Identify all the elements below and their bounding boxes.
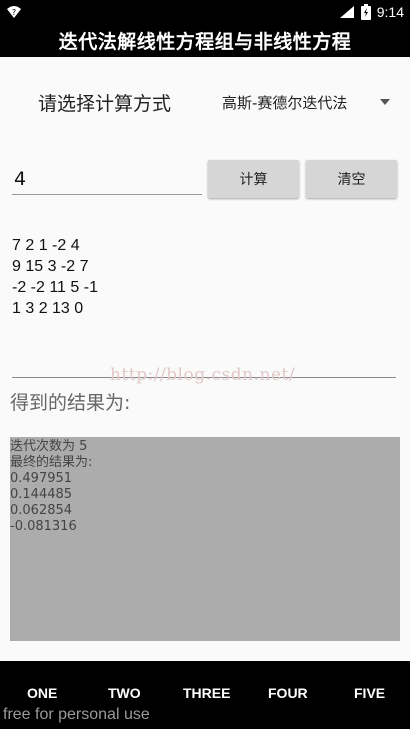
footer-note: free for personal use	[3, 706, 150, 723]
clear-button[interactable]: 清空	[306, 160, 397, 198]
tab-two[interactable]: TWO	[108, 685, 141, 701]
result-output: 迭代次数为 5 最终的结果为: 0.497951 0.144485 0.0628…	[10, 437, 400, 641]
wifi-question-icon: ?	[7, 6, 21, 18]
status-right: 9:14	[339, 0, 404, 24]
tab-five[interactable]: FIVE	[354, 685, 385, 701]
matrix-input[interactable]: 7 2 1 -2 4 9 15 3 -2 7 -2 -2 11 5 -1 1 3…	[12, 235, 396, 378]
matrix-row: 7 2 1 -2 4	[12, 237, 80, 254]
svg-text:?: ?	[12, 8, 16, 17]
mode-label: 请选择计算方式	[38, 93, 172, 115]
result-label: 得到的结果为:	[10, 392, 131, 414]
battery-icon	[360, 4, 371, 20]
matrix-row: -2 -2 11 5 -1	[12, 279, 98, 296]
signal-icon	[339, 6, 354, 18]
method-spinner[interactable]: 高斯-赛德尔迭代法	[212, 87, 402, 117]
matrix-row: 9 15 3 -2 7	[12, 258, 89, 275]
tab-four[interactable]: FOUR	[268, 685, 308, 701]
size-input[interactable]	[12, 163, 202, 195]
result-line: 0.497951	[10, 471, 73, 486]
app-bar: 迭代法解线性方程组与非线性方程	[0, 24, 410, 57]
matrix-row: 1 3 2 13 0	[12, 300, 84, 317]
bottom-tab-bar: ONE TWO THREE FOUR FIVE free for persona…	[0, 661, 410, 729]
watermark: http://blog.csdn.net/	[110, 365, 296, 385]
calculate-button[interactable]: 计算	[208, 160, 299, 198]
result-line: 最终的结果为:	[10, 455, 93, 470]
app-title: 迭代法解线性方程组与非线性方程	[58, 31, 352, 53]
result-line: 0.144485	[10, 487, 73, 502]
main-content: 请选择计算方式 高斯-赛德尔迭代法 计算 清空 7 2 1 -2 4 9 15 …	[0, 57, 410, 661]
tab-one[interactable]: ONE	[27, 685, 57, 701]
result-line: -0.081316	[10, 519, 77, 534]
dropdown-arrow-icon	[380, 99, 390, 105]
method-selected-value: 高斯-赛德尔迭代法	[222, 94, 348, 112]
status-bar: ? 9:14	[0, 0, 410, 24]
result-line: 迭代次数为 5	[10, 439, 88, 454]
clock-time: 9:14	[376, 4, 404, 20]
result-line: 0.062854	[10, 503, 73, 518]
tab-three[interactable]: THREE	[183, 685, 230, 701]
